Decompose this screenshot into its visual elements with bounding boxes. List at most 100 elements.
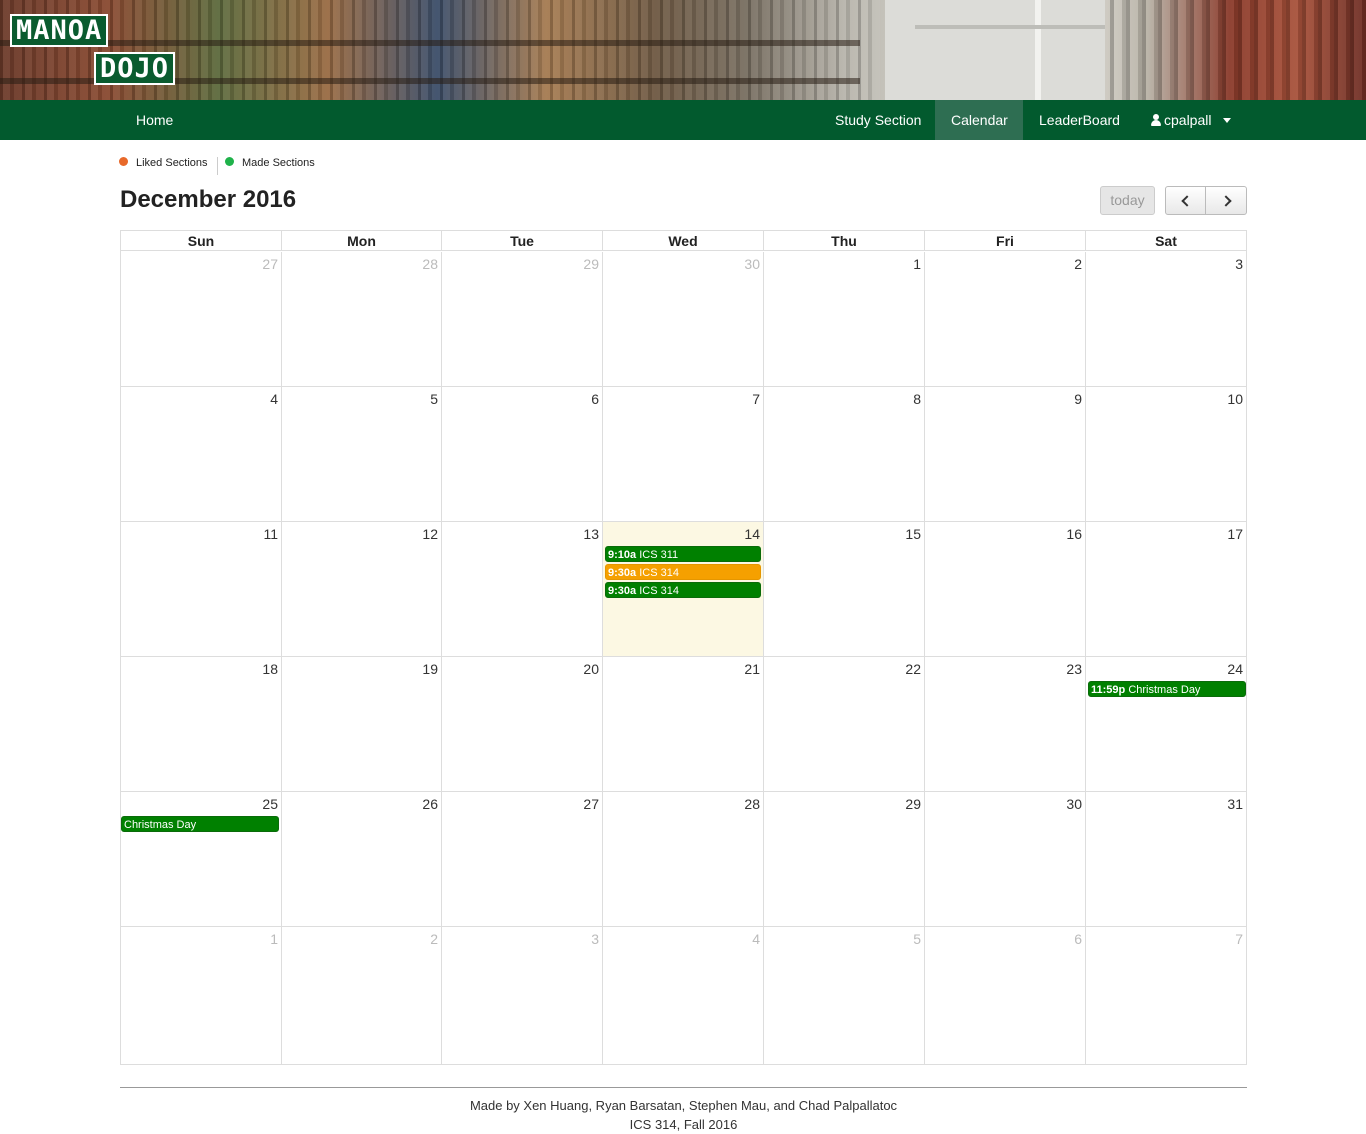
day-cell[interactable]: 11 <box>121 522 282 657</box>
day-cell[interactable]: 2 <box>282 927 442 1065</box>
day-cell[interactable]: 13 <box>442 522 603 657</box>
calendar-event[interactable]: 9:30a ICS 314 <box>605 564 761 580</box>
site-logo[interactable]: MANOA DOJO <box>10 12 185 92</box>
day-cell[interactable]: 5 <box>282 387 442 522</box>
day-cell[interactable]: 7 <box>1086 927 1246 1065</box>
day-cell[interactable]: 4 <box>121 387 282 522</box>
day-cell[interactable]: 8 <box>764 387 925 522</box>
day-number: 10 <box>1227 391 1243 407</box>
day-cell[interactable]: 12 <box>282 522 442 657</box>
day-number: 28 <box>422 256 438 272</box>
today-button[interactable]: today <box>1100 186 1155 215</box>
footer-course: ICS 314, Fall 2016 <box>629 1117 738 1132</box>
next-month-button[interactable] <box>1207 187 1247 214</box>
day-number: 27 <box>583 796 599 812</box>
day-number: 4 <box>752 931 760 947</box>
calendar-title: December 2016 <box>120 186 297 213</box>
weekday-header-fri: Fri <box>925 231 1086 251</box>
nav-home-link[interactable]: Home <box>120 100 189 140</box>
day-cell[interactable]: 1 <box>121 927 282 1065</box>
day-number: 14 <box>744 526 760 542</box>
event-title: ICS 314 <box>639 567 679 579</box>
day-cell[interactable]: 9 <box>925 387 1086 522</box>
day-cell[interactable]: 28 <box>603 792 764 927</box>
footer-divider <box>120 1087 1247 1088</box>
day-cell[interactable]: 10 <box>1086 387 1246 522</box>
day-cell[interactable]: 27 <box>121 252 282 387</box>
event-time: 9:10a <box>608 549 637 561</box>
day-number: 29 <box>905 796 921 812</box>
day-number: 3 <box>1235 256 1243 272</box>
chevron-left-icon <box>1181 195 1193 207</box>
weekday-header-sat: Sat <box>1155 233 1177 249</box>
day-number: 31 <box>1227 796 1243 812</box>
legend-made-sections: Made Sections <box>225 157 315 169</box>
event-title: ICS 314 <box>639 585 679 597</box>
logo-word-2: DOJO <box>94 52 176 85</box>
day-cell[interactable]: 21 <box>603 657 764 792</box>
day-number: 2 <box>1074 256 1082 272</box>
day-number: 13 <box>583 526 599 542</box>
user-icon <box>1151 114 1161 126</box>
day-cell[interactable]: 28 <box>282 252 442 387</box>
day-cell[interactable]: 29 <box>442 252 603 387</box>
day-cell[interactable]: 7 <box>603 387 764 522</box>
day-number: 4 <box>270 391 278 407</box>
day-number: 29 <box>583 256 599 272</box>
day-cell[interactable]: 3 <box>1086 252 1246 387</box>
legend-liked-label: Liked Sections <box>136 157 208 169</box>
window-beam <box>915 25 1105 29</box>
day-number: 7 <box>752 391 760 407</box>
day-number: 21 <box>744 661 760 677</box>
day-cell[interactable]: 6 <box>442 387 603 522</box>
day-cell[interactable]: 23 <box>925 657 1086 792</box>
nav-leaderboard-link[interactable]: LeaderBoard <box>1023 100 1136 140</box>
logo-word-1: MANOA <box>10 14 109 47</box>
day-cell[interactable]: 31 <box>1086 792 1246 927</box>
day-cell[interactable]: 30 <box>925 792 1086 927</box>
day-cell[interactable]: 18 <box>121 657 282 792</box>
day-number: 27 <box>262 256 278 272</box>
nav-study-section-link[interactable]: Study Section <box>819 100 937 140</box>
day-cell[interactable]: 19 <box>282 657 442 792</box>
day-number: 6 <box>591 391 599 407</box>
calendar-event[interactable]: Christmas Day <box>121 816 279 832</box>
day-cell[interactable]: 3 <box>442 927 603 1065</box>
day-number: 28 <box>744 796 760 812</box>
weekday-header-row: Sun Mon Tue Wed Thu Fri Sat <box>121 231 1246 251</box>
calendar-event[interactable]: 11:59p Christmas Day <box>1088 681 1246 697</box>
day-cell[interactable]: 26 <box>282 792 442 927</box>
day-cell[interactable]: 6 <box>925 927 1086 1065</box>
legend-divider <box>217 157 218 175</box>
calendar-event[interactable]: 9:30a ICS 314 <box>605 582 761 598</box>
bookshelf-image <box>1110 0 1366 100</box>
day-cell-today[interactable]: 14 9:10a ICS 311 9:30a ICS 314 9:30a ICS 31… <box>603 522 764 657</box>
weekday-header-wed: Wed <box>603 231 764 251</box>
liked-dot-icon <box>119 157 128 166</box>
legend-liked-sections: Liked Sections <box>119 157 208 169</box>
event-time: 11:59p <box>1091 684 1126 696</box>
legend-made-label: Made Sections <box>242 157 315 169</box>
day-cell[interactable]: 24 11:59p Christmas Day <box>1086 657 1246 792</box>
day-cell[interactable]: 16 <box>925 522 1086 657</box>
user-menu-dropdown[interactable]: cpalpall <box>1135 100 1247 140</box>
day-cell[interactable]: 27 <box>442 792 603 927</box>
day-cell[interactable]: 1 <box>764 252 925 387</box>
day-cell[interactable]: 20 <box>442 657 603 792</box>
day-number: 26 <box>422 796 438 812</box>
day-cell[interactable]: 22 <box>764 657 925 792</box>
day-cell[interactable]: 15 <box>764 522 925 657</box>
nav-calendar-link[interactable]: Calendar <box>935 100 1023 140</box>
calendar-event[interactable]: 9:10a ICS 311 <box>605 546 761 562</box>
chevron-right-icon <box>1219 195 1232 207</box>
day-cell[interactable]: 30 <box>603 252 764 387</box>
day-cell[interactable]: 5 <box>764 927 925 1065</box>
day-cell[interactable]: 17 <box>1086 522 1246 657</box>
day-cell[interactable]: 2 <box>925 252 1086 387</box>
day-cell[interactable]: 4 <box>603 927 764 1065</box>
day-number: 16 <box>1066 526 1082 542</box>
day-cell[interactable]: 29 <box>764 792 925 927</box>
footer-credits: Made by Xen Huang, Ryan Barsatan, Stephe… <box>469 1098 898 1113</box>
prev-month-button[interactable] <box>1166 187 1206 214</box>
day-cell[interactable]: 25 Christmas Day <box>121 792 282 927</box>
